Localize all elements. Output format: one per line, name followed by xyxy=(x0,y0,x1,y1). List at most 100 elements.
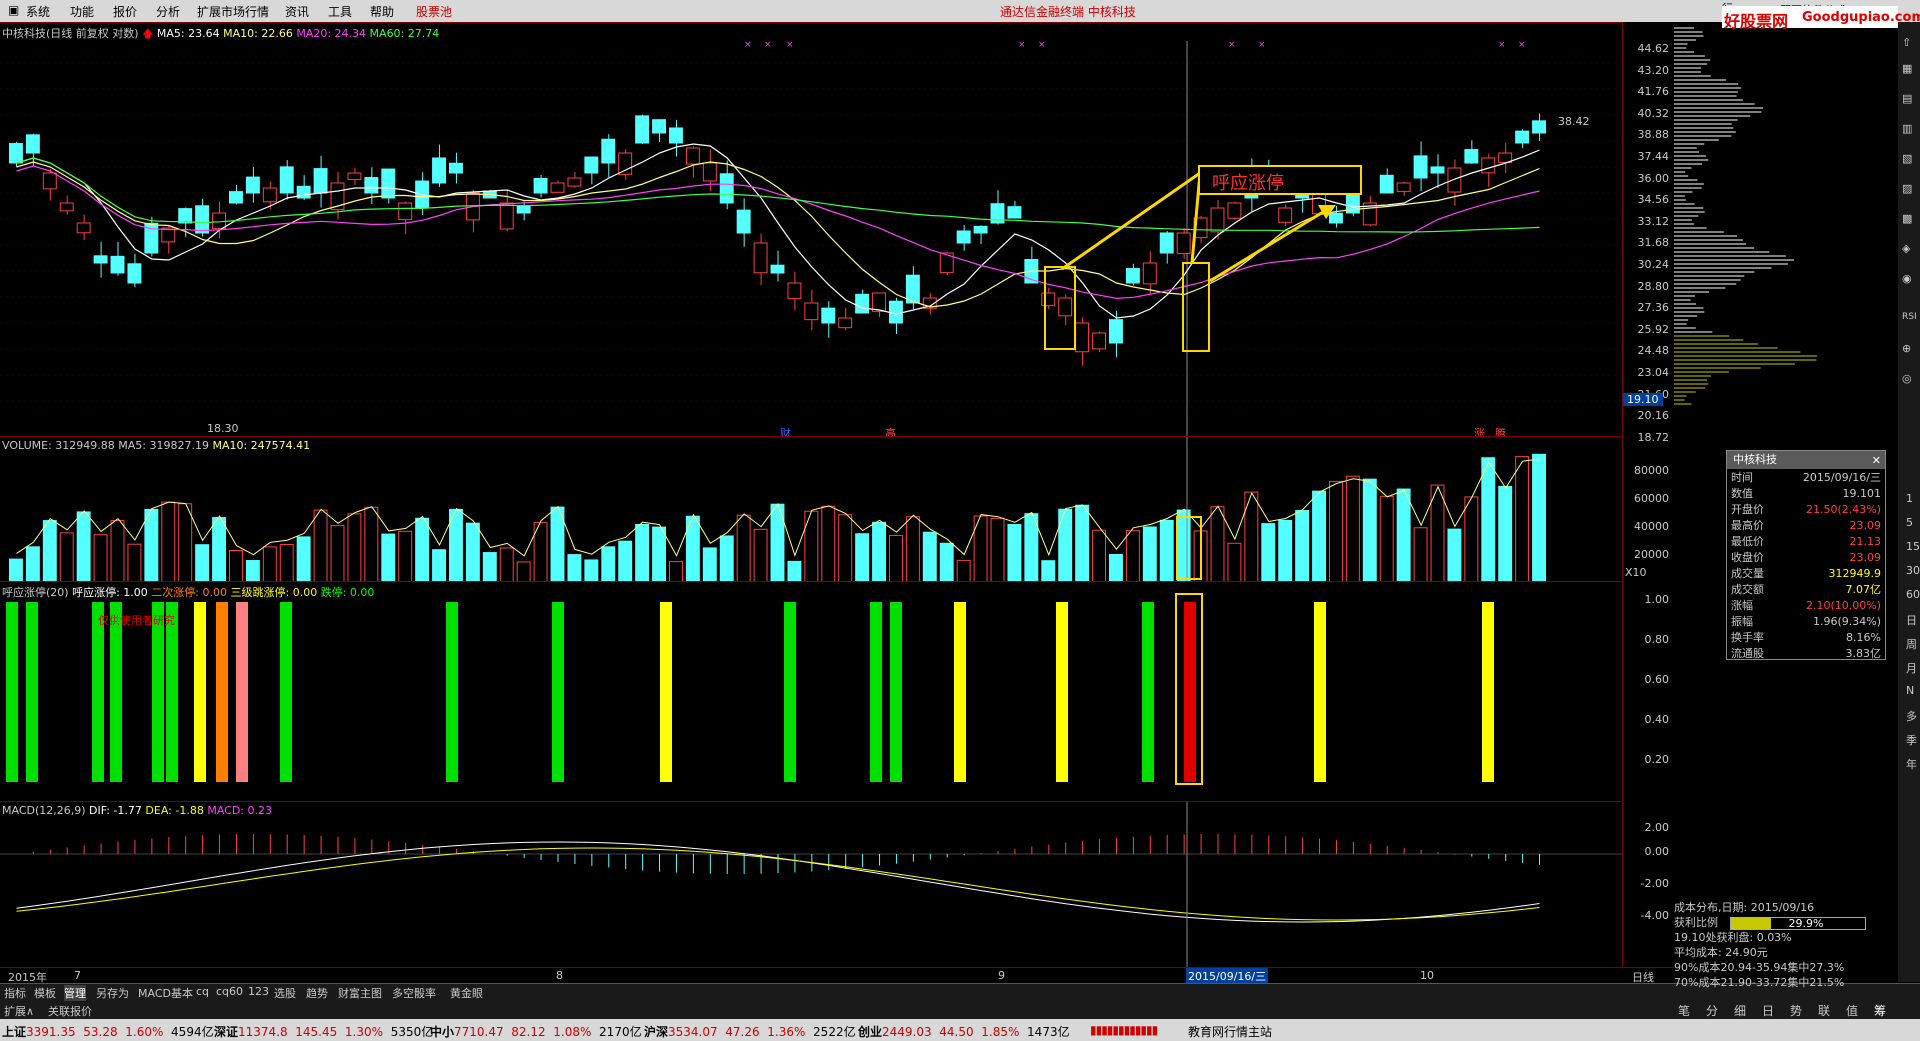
tab-indicator[interactable]: 指标 xyxy=(4,985,26,1001)
candle-body xyxy=(1092,332,1106,350)
menu-analysis[interactable]: 分析 xyxy=(156,3,180,20)
tab-manage[interactable]: 管理 xyxy=(64,985,86,1001)
arrow-line-1 xyxy=(1061,171,1201,271)
server-name[interactable]: 教育网行情主站 xyxy=(1188,1023,1272,1040)
tab-wealth-main[interactable]: 财富主图 xyxy=(338,985,382,1001)
candlestick-chart[interactable]: × × × × × × × × × xyxy=(0,23,1622,437)
period-button[interactable]: 30 xyxy=(1906,564,1920,577)
rtab-7[interactable]: 筹 xyxy=(1874,1002,1886,1019)
tab-trend[interactable]: 趋势 xyxy=(306,985,328,1001)
menu-ext-market[interactable]: 扩展市场行情 xyxy=(197,3,269,20)
ma10-label: MA10: 22.66 xyxy=(223,27,293,40)
tool-icon-9[interactable]: ◉ xyxy=(1902,272,1912,285)
signal-chart[interactable] xyxy=(0,582,1622,802)
menu-tools[interactable]: 工具 xyxy=(328,3,352,20)
menu-quote[interactable]: 报价 xyxy=(113,3,137,20)
volume-bar xyxy=(1092,529,1106,583)
candle-body xyxy=(364,177,379,194)
signal-pane[interactable]: 呼应涨停(20) 呼应涨停: 1.00 二次涨停: 0.00 三级跳涨停: 0.… xyxy=(0,581,1622,802)
rtab-3[interactable]: 日 xyxy=(1762,1002,1774,1019)
idx-sz[interactable]: 深证11374.8 145.45 1.30% 5350亿 xyxy=(214,1023,433,1040)
candle-body xyxy=(702,162,717,182)
axis-tick: 31.68 xyxy=(1637,236,1670,250)
tool-icon-5[interactable]: ▧ xyxy=(1902,152,1912,165)
rtab-5[interactable]: 联 xyxy=(1818,1002,1830,1019)
volume-bar xyxy=(279,543,294,583)
tool-icon-7[interactable]: ▩ xyxy=(1902,212,1912,225)
idx-zx[interactable]: 中小7710.47 82.12 1.08% 2170亿 xyxy=(430,1023,642,1040)
rtab-4[interactable]: 势 xyxy=(1790,1002,1802,1019)
info-row: 成交量 312949.9 xyxy=(1731,566,1881,581)
app-icon[interactable]: ▣ xyxy=(8,3,19,17)
right-toolbar: ⇧ ▦ ▤ ▥ ▧ ▨ ▩ ◈ ◉ RSI ⊕ ◎ 1 5 15 30 60 日周月 N 多季… xyxy=(1898,22,1920,982)
info-box[interactable]: 中核科技 ✕ 时间 2015/09/16/三 数值 19.101 开盘价 21.50(2.4… xyxy=(1726,450,1886,660)
period-button[interactable]: 季 xyxy=(1906,732,1917,748)
close-icon[interactable]: ✕ xyxy=(1872,452,1881,470)
menu-help[interactable]: 帮助 xyxy=(370,3,394,20)
rtab-0[interactable]: 笔 xyxy=(1678,1002,1690,1019)
rtab-2[interactable]: 细 xyxy=(1734,1002,1746,1019)
tool-icon-10[interactable]: ⊕ xyxy=(1902,342,1911,355)
tool-icon-2[interactable]: ▦ xyxy=(1902,62,1912,75)
period-button[interactable]: 60 xyxy=(1906,588,1920,601)
tab-123[interactable]: 123 xyxy=(248,985,269,998)
volume-chart[interactable] xyxy=(0,437,1622,583)
tool-icon-4[interactable]: ▥ xyxy=(1902,122,1912,135)
idx-hs[interactable]: 沪深3534.07 47.26 1.36% 2522亿 xyxy=(644,1023,856,1040)
volume-bar xyxy=(1312,490,1326,583)
menu-system[interactable]: 系统 xyxy=(26,3,50,20)
macd-pane[interactable]: MACD(12,26,9) DIF: -1.77 DEA: -1.88 MACD… xyxy=(0,801,1622,968)
tab-template[interactable]: 模板 xyxy=(34,985,56,1001)
menu-stock-pool[interactable]: 股票池 xyxy=(416,3,452,20)
tab-cq60[interactable]: cq60 xyxy=(216,985,243,998)
candle-body xyxy=(1481,157,1496,174)
period-button[interactable]: 月 xyxy=(1906,660,1917,676)
axis-tick: 0.80 xyxy=(1644,633,1670,646)
axis-tick: -4.00 xyxy=(1640,909,1669,922)
axis-tick: 0.40 xyxy=(1644,713,1670,726)
volume-bar xyxy=(1464,496,1479,583)
tab-macd-basic[interactable]: MACD基本 xyxy=(138,985,193,1001)
tool-icon-3[interactable]: ▤ xyxy=(1902,92,1912,105)
tool-icon-11[interactable]: ◎ xyxy=(1902,372,1912,385)
period-button[interactable]: 15 xyxy=(1906,540,1920,553)
menu-info[interactable]: 资讯 xyxy=(285,3,309,20)
signal-bar xyxy=(216,602,228,782)
tool-icon-6[interactable]: ▨ xyxy=(1902,182,1912,195)
rtab-1[interactable]: 分 xyxy=(1706,1002,1718,1019)
tab-saveas[interactable]: 另存为 xyxy=(96,985,129,1001)
tool-icon-1[interactable]: ⇧ xyxy=(1902,36,1911,49)
tool-icon-8[interactable]: ◈ xyxy=(1902,242,1910,255)
period-button[interactable]: 日 xyxy=(1906,612,1917,628)
related-quote[interactable]: 关联报价 xyxy=(48,1003,92,1019)
tab-cq[interactable]: cq xyxy=(196,985,209,998)
ma20-label: MA20: 24.34 xyxy=(296,27,367,40)
period-button[interactable]: N xyxy=(1906,684,1914,697)
price-chart-pane[interactable]: × × × × × × × × × 中核科技(日线 前复权 对数) 🡅 MA5: 23.64 M… xyxy=(0,22,1622,440)
tool-rsi[interactable]: RSI xyxy=(1902,312,1917,322)
macd-chart[interactable] xyxy=(0,802,1622,968)
volume-pane[interactable]: VOLUME: 312949.88 MA5: 319827.19 MA10: 2… xyxy=(0,436,1622,583)
idx-cy[interactable]: 创业2449.03 44.50 1.85% 1473亿 xyxy=(858,1023,1070,1040)
menu-function[interactable]: 功能 xyxy=(70,3,94,20)
rtab-6[interactable]: 值 xyxy=(1846,1002,1858,1019)
period-button[interactable]: 多 xyxy=(1906,708,1917,724)
axis-tick: 1.00 xyxy=(1644,593,1670,606)
period-button[interactable]: 5 xyxy=(1906,516,1913,529)
period-button[interactable]: 1 xyxy=(1906,492,1913,505)
candle-body xyxy=(1430,166,1445,174)
volume-bar xyxy=(381,533,396,583)
info-row: 收盘价 23.09 xyxy=(1731,550,1881,565)
signal-strip: ▮▮▮▮▮▮▮▮▮▮▮▮ xyxy=(1090,1023,1158,1037)
idx-sh[interactable]: 上证3391.35 53.28 1.60% 4594亿 xyxy=(2,1023,214,1040)
volume-bar xyxy=(1058,508,1073,583)
tab-longshort[interactable]: 多空骰率 xyxy=(392,985,436,1001)
period-button[interactable]: 周 xyxy=(1906,636,1917,652)
ext-toggle[interactable]: 扩展∧ xyxy=(4,1003,34,1019)
info-row: 流通股 3.83亿 xyxy=(1731,647,1881,660)
period-button[interactable]: 年 xyxy=(1906,756,1917,772)
candle-body xyxy=(245,176,260,194)
tab-golden-eye[interactable]: 黄金眼 xyxy=(450,985,483,1001)
tab-stock-select[interactable]: 选股 xyxy=(274,985,296,1001)
volume-bar xyxy=(432,549,447,583)
